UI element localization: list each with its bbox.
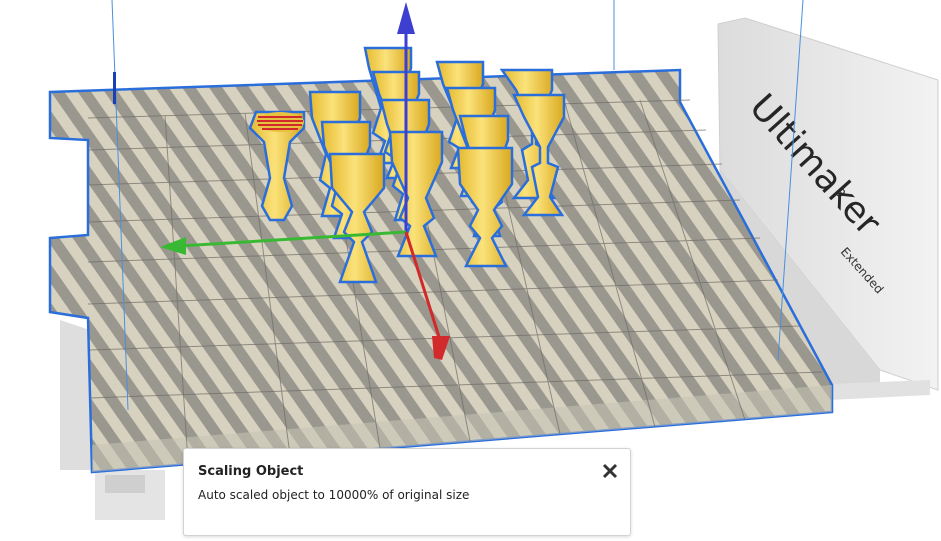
scaling-notification: Scaling Object Auto scaled object to 100…	[183, 448, 631, 536]
build-plate	[48, 68, 834, 474]
z-axis-arrow[interactable]	[397, 2, 415, 34]
notification-message: Auto scaled object to 10000% of original…	[198, 488, 470, 502]
close-icon	[602, 463, 618, 479]
notification-title: Scaling Object	[198, 464, 304, 479]
notification-close-button[interactable]	[598, 459, 622, 483]
3d-viewport[interactable]: Ultimaker 3 Extended Scaling Object Auto…	[0, 0, 941, 541]
selected-object-top	[256, 112, 304, 132]
frame-marker	[113, 72, 116, 104]
